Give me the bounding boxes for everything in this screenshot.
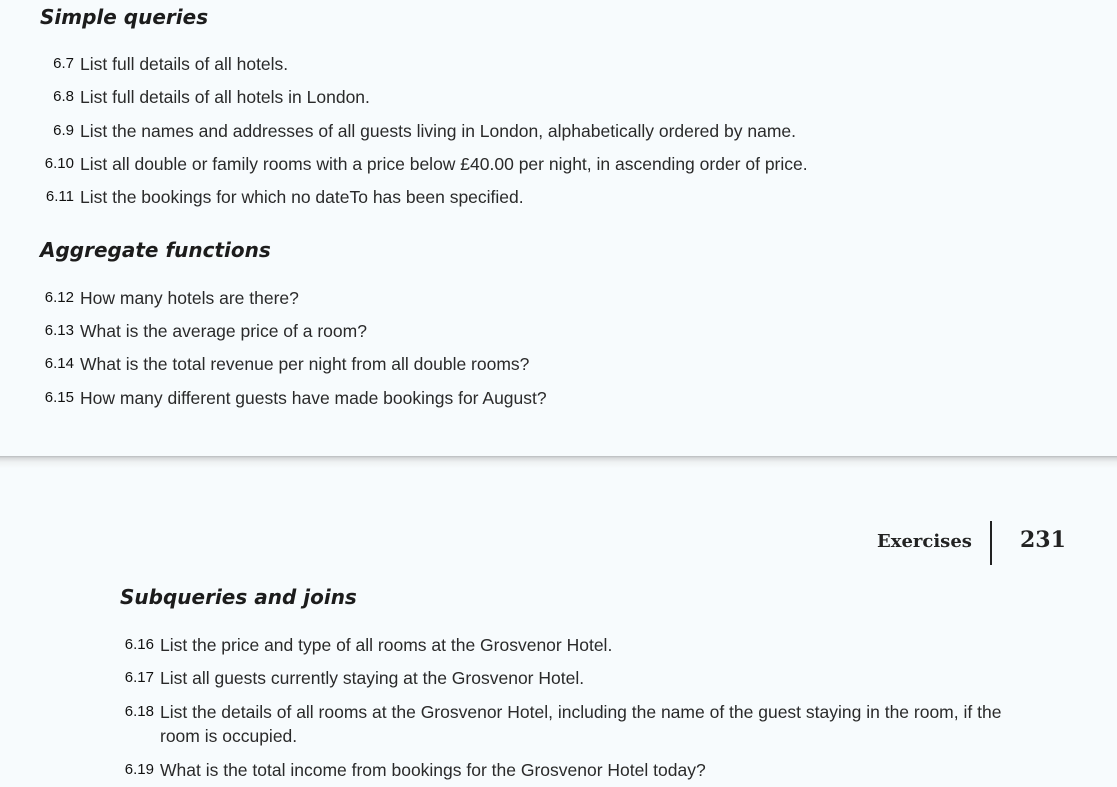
page-number: 231 bbox=[1020, 527, 1066, 553]
exercise-text: List full details of all hotels. bbox=[80, 54, 289, 74]
exercise-text: How many different guests have made book… bbox=[80, 388, 547, 408]
exercise-text: What is the average price of a room? bbox=[80, 321, 367, 341]
exercise-number: 6.11 bbox=[45, 188, 74, 205]
exercise-text: List the details of all rooms at the Gro… bbox=[160, 702, 1002, 722]
exercise-text: List all double or family rooms with a p… bbox=[80, 154, 808, 174]
exercise-number: 6.19 bbox=[124, 761, 154, 778]
running-head-rule bbox=[990, 521, 992, 565]
exercise-number: 6.8 bbox=[53, 88, 74, 105]
section-heading-aggregate-functions: Aggregate functions bbox=[40, 238, 271, 262]
section-heading-simple-queries: Simple queries bbox=[40, 5, 209, 29]
exercise-text: List full details of all hotels in Londo… bbox=[80, 87, 370, 107]
exercise-number: 6.9 bbox=[53, 122, 74, 139]
exercise-text: List the price and type of all rooms at … bbox=[160, 635, 613, 655]
page-divider bbox=[0, 456, 1117, 468]
exercise-text-continuation: room is occupied. bbox=[160, 726, 298, 746]
top-page: Simple queries 6.7 List full details of … bbox=[0, 0, 1117, 456]
exercise-number: 6.10 bbox=[44, 155, 74, 172]
exercise-number: 6.18 bbox=[124, 703, 154, 720]
exercise-text: List the bookings for which no dateTo ha… bbox=[80, 187, 524, 207]
exercise-number: 6.12 bbox=[44, 289, 74, 306]
exercise-number: 6.17 bbox=[124, 669, 154, 686]
exercise-text: What is the total revenue per night from… bbox=[80, 354, 530, 374]
exercise-number: 6.16 bbox=[124, 636, 154, 653]
exercise-text: What is the total income from bookings f… bbox=[160, 760, 706, 780]
exercise-number: 6.7 bbox=[53, 55, 74, 72]
exercise-number: 6.14 bbox=[44, 355, 74, 372]
exercise-number: 6.13 bbox=[44, 322, 74, 339]
exercise-text: How many hotels are there? bbox=[80, 288, 299, 308]
bottom-page: Exercises 231 Subqueries and joins 6.16 … bbox=[0, 468, 1117, 787]
section-heading-subqueries-and-joins: Subqueries and joins bbox=[120, 585, 357, 609]
exercise-text: List the names and addresses of all gues… bbox=[80, 121, 796, 141]
exercise-number: 6.15 bbox=[44, 389, 74, 406]
exercise-text: List all guests currently staying at the… bbox=[160, 668, 585, 688]
running-head-label: Exercises bbox=[877, 531, 972, 552]
